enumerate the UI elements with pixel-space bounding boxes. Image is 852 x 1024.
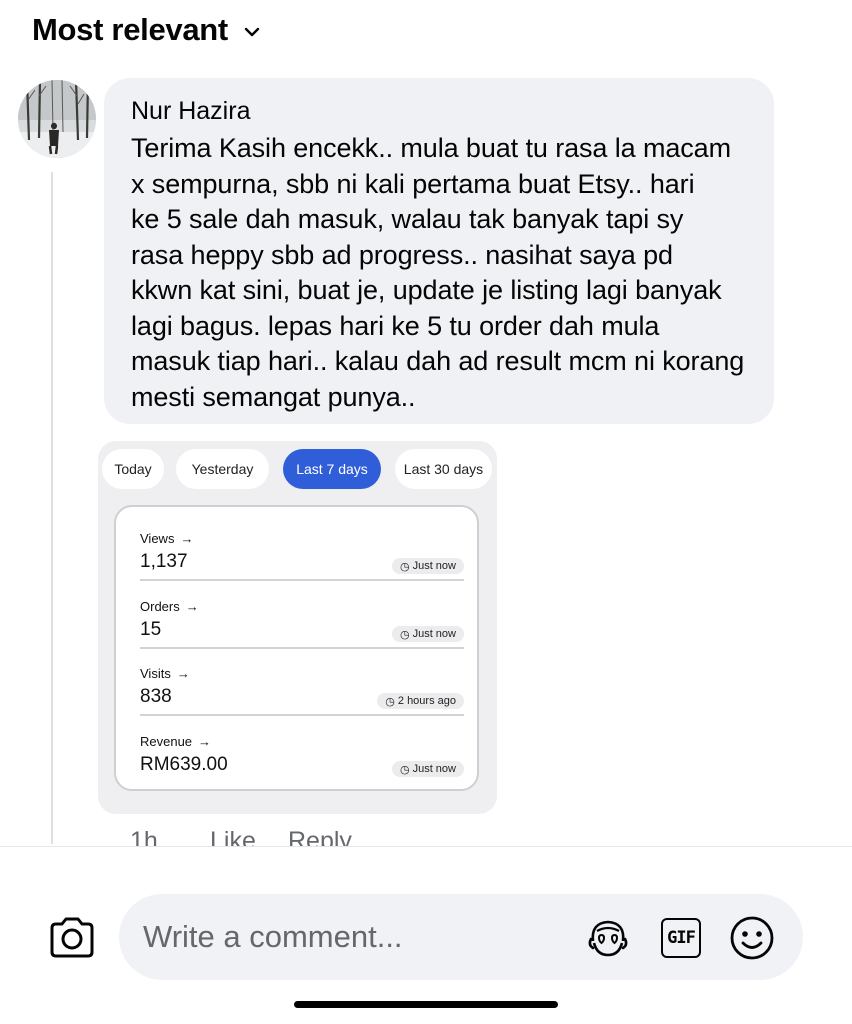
- comment-time: 1h: [130, 827, 158, 846]
- stat-label-text: Views: [140, 531, 175, 546]
- comment-text: Terima Kasih encekk.. mula buat tu rasa …: [131, 131, 754, 415]
- stat-value: 1,137: [140, 551, 188, 572]
- stat-label: Visits →: [140, 666, 190, 681]
- badge-text: 2 hours ago: [397, 695, 456, 707]
- tab-today: Today: [102, 449, 164, 489]
- avatar-photo: [18, 80, 96, 158]
- stat-label-text: Revenue: [140, 734, 193, 749]
- gif-label: GIF: [661, 918, 701, 958]
- comment-author[interactable]: Nur Hazira: [131, 94, 754, 128]
- tab-label: Yesterday: [191, 461, 254, 477]
- arrow-right-icon: →: [185, 599, 199, 614]
- stat-label: Orders →: [140, 599, 199, 614]
- stat-value: 838: [140, 686, 172, 707]
- badge-text: Just now: [412, 628, 456, 640]
- stat-value: RM639.00: [140, 754, 228, 775]
- comment-line: Terima Kasih encekk.. mula buat tu rasa …: [131, 133, 731, 163]
- comment-input-box[interactable]: GIF: [119, 894, 803, 980]
- home-indicator: [294, 1001, 558, 1008]
- comment-composer: GIF: [0, 846, 852, 1024]
- comment-line: mesti semangat punya..: [131, 381, 416, 412]
- clock-icon: ◷: [399, 763, 410, 776]
- tab-label: Last 7 days: [296, 461, 368, 477]
- arrow-right-icon: →: [180, 531, 194, 546]
- status-badge: ◷ 2 hours ago: [377, 693, 464, 709]
- stat-label: Revenue →: [140, 734, 211, 749]
- gif-button[interactable]: GIF: [658, 915, 704, 961]
- status-badge: ◷ Just now: [391, 558, 464, 574]
- arrow-right-icon: →: [176, 666, 190, 681]
- comment-bubble[interactable]: Nur Hazira Terima Kasih encekk.. mula bu…: [104, 78, 774, 424]
- camera-icon[interactable]: [46, 914, 98, 962]
- comment-line: x sempurna, sbb ni kali pertama buat Ets…: [131, 168, 695, 199]
- comment-line: rasa heppy sbb ad progress.. nasihat say…: [131, 239, 673, 270]
- clock-icon: ◷: [399, 560, 410, 573]
- status-badge: ◷ Just now: [391, 761, 464, 777]
- tab-yesterday: Yesterday: [176, 449, 269, 489]
- tab-label: Last 30 days: [403, 461, 484, 477]
- comment-line: masuk tiap hari.. kalau dah ad result mc…: [131, 346, 745, 376]
- tab-last-30-days: Last 30 days: [395, 449, 492, 489]
- sort-dropdown[interactable]: Most relevant: [32, 8, 262, 52]
- stat-label-text: Orders: [140, 599, 180, 614]
- stat-row-orders: Orders → 15 ◷ Just now: [140, 581, 464, 649]
- clock-icon: ◷: [399, 628, 410, 641]
- stat-row-visits: Visits → 838 ◷ 2 hours ago: [140, 648, 464, 716]
- arrow-right-icon: →: [198, 734, 212, 749]
- stat-row-views: Views → 1,137 ◷ Just now: [140, 513, 464, 581]
- stat-label: Views →: [140, 531, 193, 546]
- emoji-icon[interactable]: [729, 915, 775, 961]
- attached-image[interactable]: Today Yesterday Last 7 days Last 30 days…: [98, 441, 497, 814]
- comment-line: ke 5 sale dah masuk, walau tak banyak ta…: [131, 204, 684, 234]
- stats-card: Views → 1,137 ◷ Just now Orders → 15 ◷ Just …: [114, 505, 479, 791]
- comment-line: kkwn kat sini, buat je, update je listin…: [131, 275, 722, 305]
- avatar-sticker-icon[interactable]: [585, 915, 631, 961]
- like-button[interactable]: Like: [210, 824, 256, 846]
- comment-actions: 1h Like Reply: [130, 824, 530, 846]
- stat-value: 15: [140, 619, 162, 640]
- thread-line: [51, 172, 53, 844]
- comment-line: lagi bagus. lepas hari ke 5 tu order dah…: [131, 310, 660, 341]
- comment-input[interactable]: [143, 894, 583, 980]
- tab-last-7-days: Last 7 days: [283, 449, 381, 489]
- badge-text: Just now: [412, 763, 456, 775]
- tab-label: Today: [114, 461, 152, 477]
- reply-button[interactable]: Reply: [288, 824, 352, 846]
- stat-label-text: Visits: [140, 666, 171, 681]
- sort-label: Most relevant: [32, 12, 228, 47]
- chevron-down-icon: [244, 27, 260, 37]
- avatar[interactable]: [18, 80, 96, 158]
- clock-icon: ◷: [385, 695, 395, 708]
- badge-text: Just now: [412, 560, 456, 572]
- status-badge: ◷ Just now: [391, 626, 464, 642]
- stat-row-revenue: Revenue → RM639.00 ◷ Just now: [140, 716, 464, 782]
